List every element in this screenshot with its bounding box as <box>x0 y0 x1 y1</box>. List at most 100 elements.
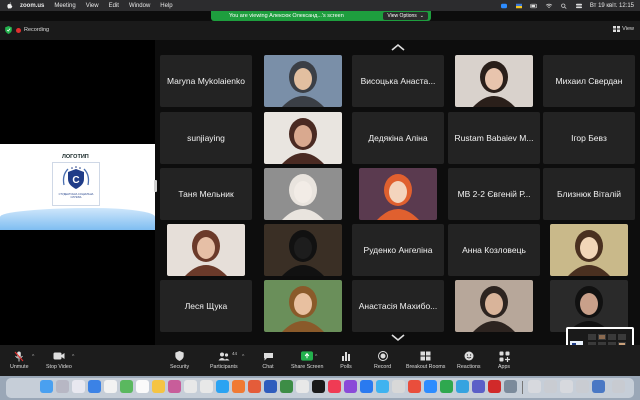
participant-tile[interactable]: sunjiaying <box>160 112 252 164</box>
participant-tile[interactable]: МВ 2-2 Євгеній Р... <box>448 168 540 220</box>
control-center-icon[interactable] <box>575 3 583 9</box>
participant-tile[interactable] <box>359 168 437 220</box>
security-button[interactable]: Security <box>170 351 189 370</box>
menu-app-name[interactable]: zoom.us <box>20 3 44 9</box>
search-icon[interactable] <box>560 3 568 9</box>
launchpad-icon[interactable] <box>56 380 69 393</box>
menu-help[interactable]: Help <box>160 3 172 9</box>
dock-doc-4-icon[interactable] <box>576 380 589 393</box>
participant-tile[interactable] <box>550 224 628 276</box>
zoom-status-icon[interactable] <box>500 3 508 9</box>
calendar-icon[interactable] <box>136 380 149 393</box>
excel-icon[interactable] <box>440 380 453 393</box>
participant-tile[interactable]: Дедякіна Аліна <box>352 112 444 164</box>
safari-icon[interactable] <box>88 380 101 393</box>
music-icon[interactable] <box>328 380 341 393</box>
chevron-up-icon[interactable]: ^ <box>242 354 244 360</box>
participant-tile[interactable]: Rustam Babaiev M... <box>448 112 540 164</box>
shared-screen-content[interactable]: ЛОГОТИП C СТУДЕНТСЬКА СОЦІАЛЬНА СЛУЖБА <box>0 144 155 230</box>
participant-tile[interactable]: Таня Мельник <box>160 168 252 220</box>
polls-button[interactable]: Polls <box>340 351 352 370</box>
skype-icon[interactable] <box>456 380 469 393</box>
participant-tile[interactable] <box>550 280 628 332</box>
participant-tile[interactable]: Висоцька Анаста... <box>352 55 444 107</box>
notes-icon[interactable] <box>152 380 165 393</box>
participant-tile[interactable] <box>264 224 342 276</box>
apps-button[interactable]: Apps <box>498 351 510 370</box>
menu-clock[interactable]: Вт 19 квіт. 12:15 <box>590 3 634 9</box>
participant-tile[interactable]: Близнюк Віталій <box>543 168 635 220</box>
apple-icon[interactable] <box>6 2 13 9</box>
flag-icon[interactable] <box>515 3 523 9</box>
unmute-button[interactable]: Unmute ^ <box>10 351 34 370</box>
podcasts-app-icon[interactable] <box>344 380 357 393</box>
participant-tile[interactable]: Ігор Бевз <box>543 112 635 164</box>
telegram-icon[interactable] <box>376 380 389 393</box>
participant-tile[interactable]: Михаил Свердан <box>543 55 635 107</box>
pages-icon[interactable] <box>232 380 245 393</box>
participant-tile[interactable] <box>167 224 245 276</box>
security-shield-icon[interactable] <box>5 26 12 34</box>
zoom-icon[interactable] <box>424 380 437 393</box>
participant-tile[interactable] <box>264 168 342 220</box>
preview-icon[interactable] <box>504 380 517 393</box>
menu-window[interactable]: Window <box>129 3 150 9</box>
photos-icon[interactable] <box>200 380 213 393</box>
finder-icon[interactable] <box>40 380 53 393</box>
itunes-icon[interactable] <box>168 380 181 393</box>
word-icon[interactable] <box>264 380 277 393</box>
participant-tile[interactable]: Maryna Mykolaienko <box>160 55 252 107</box>
acrobat-icon[interactable] <box>488 380 501 393</box>
chevron-up-icon[interactable]: ^ <box>72 354 74 360</box>
stop-video-button[interactable]: Stop Video ^ <box>46 351 74 370</box>
participant-tile[interactable]: Анастасія Махибо... <box>352 280 444 332</box>
breakout-rooms-button[interactable]: Breakout Rooms <box>406 351 445 370</box>
powerpoint-icon[interactable] <box>248 380 261 393</box>
chevron-up-icon[interactable]: ^ <box>315 354 317 360</box>
participant-tile[interactable] <box>455 280 533 332</box>
menu-meeting[interactable]: Meeting <box>54 3 75 9</box>
podcasts-icon[interactable] <box>296 380 309 393</box>
teams-icon[interactable] <box>472 380 485 393</box>
view-button[interactable]: View <box>613 26 634 32</box>
wifi-icon[interactable] <box>545 3 553 9</box>
recording-indicator[interactable]: Recording <box>16 27 49 33</box>
mail-icon[interactable] <box>216 380 229 393</box>
app-store-icon[interactable] <box>360 380 373 393</box>
chevron-up-icon[interactable]: ^ <box>32 354 34 360</box>
record-button[interactable]: Record <box>374 351 391 370</box>
panel-resize-handle[interactable] <box>154 180 157 192</box>
facetime-icon[interactable] <box>120 380 133 393</box>
gallery-page-up-icon[interactable] <box>390 43 406 51</box>
menu-edit[interactable]: Edit <box>109 3 119 9</box>
settings-icon[interactable] <box>392 380 405 393</box>
menu-view[interactable]: View <box>86 3 99 9</box>
contacts-icon[interactable] <box>72 380 85 393</box>
trash-icon[interactable] <box>612 380 625 393</box>
view-options-button[interactable]: View Options ⌄ <box>383 12 428 20</box>
gallery-page-down-icon[interactable] <box>390 334 406 342</box>
participant-tile[interactable]: Руденко Ангеліна <box>352 224 444 276</box>
apple-tv-icon[interactable] <box>312 380 325 393</box>
numbers-icon[interactable] <box>280 380 293 393</box>
share-screen-button[interactable]: Share Screen ^ <box>291 351 323 370</box>
participants-button[interactable]: Participants 44 ^ <box>210 351 244 370</box>
participant-tile[interactable] <box>264 55 342 107</box>
participant-tile[interactable]: Леся Щука <box>160 280 252 332</box>
participant-tile[interactable]: Анна Козловець <box>448 224 540 276</box>
chat-button[interactable]: Chat <box>262 351 274 370</box>
battery-icon[interactable] <box>530 3 538 9</box>
maps-icon[interactable] <box>184 380 197 393</box>
chrome-icon[interactable] <box>408 380 421 393</box>
downloads-folder-icon[interactable] <box>592 380 605 393</box>
participant-tile[interactable] <box>455 55 533 107</box>
messages-icon[interactable] <box>104 380 117 393</box>
participant-tile[interactable] <box>264 112 342 164</box>
participant-tile[interactable] <box>264 280 342 332</box>
shared-logo-label: ЛОГОТИП <box>62 154 89 160</box>
dock-doc-1-icon[interactable] <box>528 380 541 393</box>
dock-doc-3-icon[interactable] <box>560 380 573 393</box>
reactions-button[interactable]: Reactions <box>457 351 481 370</box>
participant-name: Rustam Babaiev M... <box>454 133 534 143</box>
dock-doc-2-icon[interactable] <box>544 380 557 393</box>
